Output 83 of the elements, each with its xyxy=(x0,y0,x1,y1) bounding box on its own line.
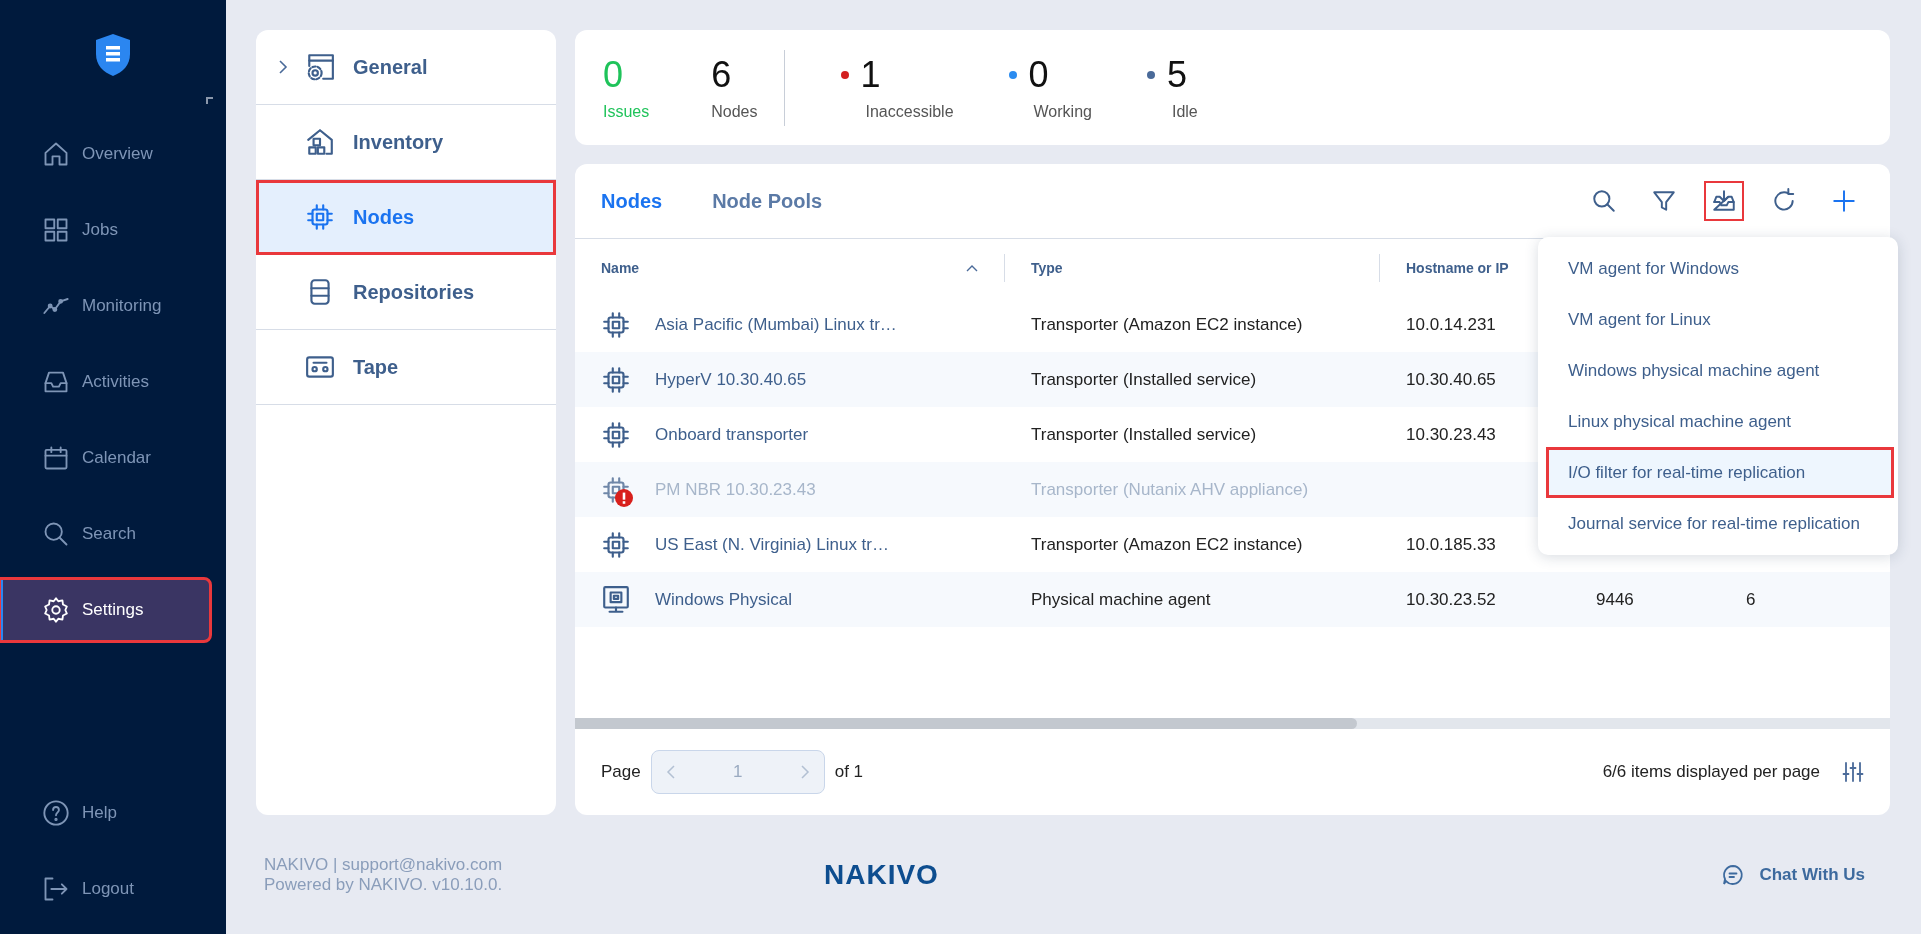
chat-link[interactable]: Chat With Us xyxy=(1721,862,1865,887)
count-value: 0 xyxy=(603,54,625,95)
node-name-link[interactable]: Windows Physical xyxy=(655,589,792,610)
chip-icon xyxy=(601,309,631,340)
horizontal-scrollbar[interactable] xyxy=(575,718,1890,729)
node-name-link[interactable]: Asia Pacific (Mumbai) Linux tr… xyxy=(655,314,897,335)
menu-item[interactable]: Journal service for real-time replication xyxy=(1546,498,1894,549)
chip-icon xyxy=(601,364,631,395)
table-cell: 10.30.23.43 xyxy=(1406,424,1496,445)
tab[interactable]: Nodes xyxy=(601,189,663,213)
status-count: 1 xyxy=(860,54,881,95)
table-cell: 10.30.40.65 xyxy=(1406,369,1496,390)
chip-icon xyxy=(305,202,335,232)
footer-text: Powered by NAKIVO. v10.10.0. xyxy=(264,874,504,895)
chip-icon xyxy=(601,419,631,450)
node-name-link[interactable]: HyperV 10.30.40.65 xyxy=(655,369,807,390)
count-value: 6 xyxy=(711,54,733,95)
table-cell: 10.30.23.52 xyxy=(1406,589,1496,610)
page-count-text: of 1 xyxy=(834,762,864,782)
logout-icon xyxy=(42,875,70,903)
status-label: Idle xyxy=(1170,102,1198,121)
count-label: Nodes xyxy=(711,102,758,121)
table-cell: Transporter (Amazon EC2 instance) xyxy=(1031,534,1303,555)
table-cell: 9446 xyxy=(1596,589,1634,610)
menu-item[interactable]: VM agent for Windows xyxy=(1546,243,1894,294)
brand-logo: NAKIVO xyxy=(824,858,939,891)
count-label: Issues xyxy=(603,102,650,121)
window-gear-icon xyxy=(305,52,335,82)
table-cell: Transporter (Amazon EC2 instance) xyxy=(1031,314,1303,335)
search-icon xyxy=(42,520,70,548)
menu-item[interactable]: I/O filter for real-time replication xyxy=(1546,447,1894,498)
column-header[interactable]: Name xyxy=(601,260,640,276)
table-cell: 6 xyxy=(1746,589,1756,610)
grid-icon xyxy=(42,216,70,244)
sliders-icon[interactable] xyxy=(1842,761,1864,783)
monitor-chip-icon xyxy=(601,584,631,615)
column-header[interactable]: Hostname or IP xyxy=(1406,260,1509,276)
sidebar-item[interactable]: Calendar xyxy=(0,427,210,489)
chip-icon xyxy=(601,474,631,505)
sidebar-item[interactable]: Overview xyxy=(0,123,210,185)
column-header[interactable]: Type xyxy=(1031,260,1063,276)
calendar-icon xyxy=(42,444,70,472)
sidebar-item[interactable]: Logout xyxy=(0,858,210,920)
node-name-link[interactable]: Onboard transporter xyxy=(655,424,809,445)
menu-item[interactable]: Windows physical machine agent xyxy=(1546,345,1894,396)
node-name-link[interactable]: US East (N. Virginia) Linux tr… xyxy=(655,534,889,555)
table-cell: 10.0.14.231 xyxy=(1406,314,1496,335)
status-count: 0 xyxy=(1028,54,1049,95)
settings-menu-item[interactable]: Repositories xyxy=(256,255,556,330)
sidebar-item[interactable]: Monitoring xyxy=(0,275,210,337)
settings-icon xyxy=(42,596,70,624)
help-icon xyxy=(42,799,70,827)
chip-icon xyxy=(601,529,631,560)
chat-bubble-icon[interactable] xyxy=(1721,862,1746,887)
sidebar-item[interactable]: Search xyxy=(0,503,210,565)
settings-menu-item[interactable]: Tape xyxy=(256,330,556,405)
table-cell: Transporter (Installed service) xyxy=(1031,424,1257,445)
table-cell: 10.0.185.33 xyxy=(1406,534,1496,555)
sidebar-item[interactable]: Activities xyxy=(0,351,210,413)
status-count: 5 xyxy=(1166,54,1187,95)
sidebar-item[interactable]: Settings xyxy=(0,579,210,641)
status-label: Inaccessible xyxy=(864,102,954,121)
corner-icon[interactable] xyxy=(206,97,213,104)
chevron-right-icon[interactable] xyxy=(278,59,288,75)
page-label: Page xyxy=(601,762,641,782)
home-icon xyxy=(42,140,70,168)
tab[interactable]: Node Pools xyxy=(712,189,823,213)
table-cell: Physical machine agent xyxy=(1031,589,1211,610)
table-cell: Transporter (Nutanix AHV appliance) xyxy=(1031,479,1309,500)
scrollbar-thumb[interactable] xyxy=(575,718,1357,729)
items-per-page-text: 6/6 items displayed per page xyxy=(1602,762,1820,782)
shield-logo-icon xyxy=(93,32,133,78)
status-label: Working xyxy=(1032,102,1092,121)
house-boxes-icon xyxy=(305,127,335,157)
menu-item[interactable]: Linux physical machine agent xyxy=(1546,396,1894,447)
settings-menu-item[interactable]: General xyxy=(256,30,556,105)
settings-menu-item[interactable]: Nodes xyxy=(256,180,556,255)
table-cell: Transporter (Installed service) xyxy=(1031,369,1257,390)
sort-ascending-icon[interactable] xyxy=(966,264,978,272)
sidebar-item[interactable]: Jobs xyxy=(0,199,210,261)
menu-item[interactable]: VM agent for Linux xyxy=(1546,294,1894,345)
footer-text: NAKIVO | support@nakivo.com xyxy=(264,854,504,875)
sidebar-item[interactable]: Help xyxy=(0,782,210,844)
